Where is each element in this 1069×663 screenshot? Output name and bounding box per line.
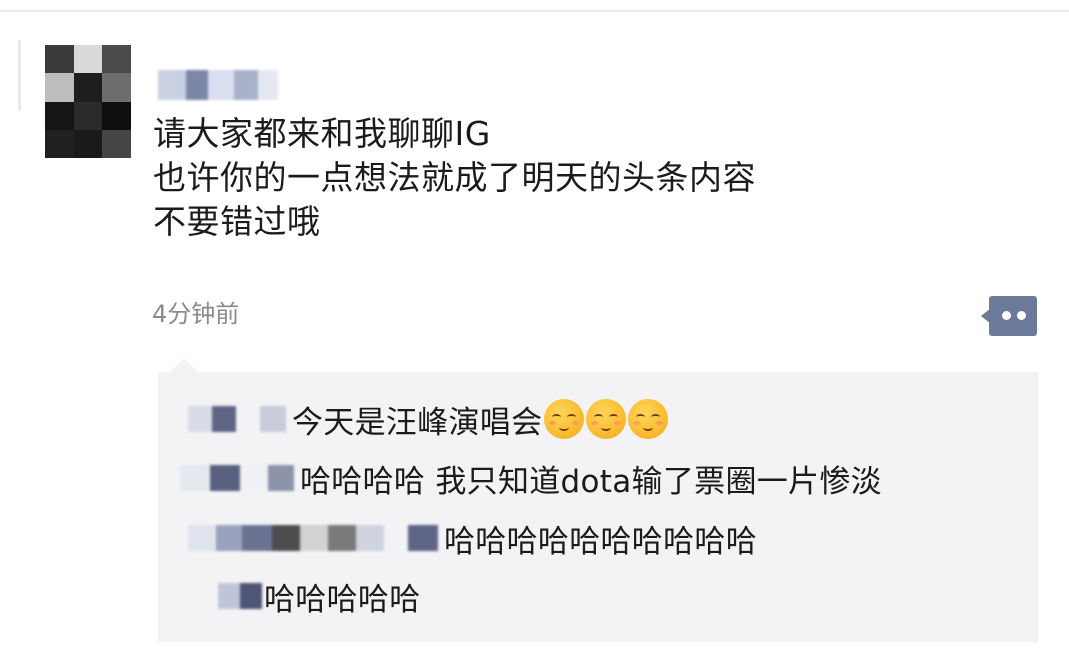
comment-row[interactable]: 哈哈哈哈 我只知道dota输了票圈一片惨淡 xyxy=(158,455,882,501)
avatar[interactable] xyxy=(45,45,131,158)
comment-text: 今天是汪峰演唱会 xyxy=(292,404,543,441)
post-line: 请大家都来和我聊聊IG xyxy=(153,114,491,153)
dot-icon xyxy=(1002,311,1011,320)
comment-text: 哈哈哈哈 我只知道dota输了票圈一片惨淡 xyxy=(300,463,882,500)
commenter-name-blurred[interactable] xyxy=(188,406,286,432)
comments-panel: 今天是汪峰演唱会 哈哈哈哈 我只知道dota输了票圈一片惨淡 哈哈哈哈哈哈哈哈哈… xyxy=(158,372,1038,642)
commenter-name-blurred[interactable] xyxy=(218,583,262,609)
comment-button[interactable] xyxy=(981,296,1037,336)
dot-icon xyxy=(1017,311,1026,320)
commenter-name-blurred[interactable] xyxy=(180,465,294,491)
username-blurred[interactable] xyxy=(158,70,278,100)
comment-row[interactable]: 哈哈哈哈哈哈哈哈哈哈 xyxy=(158,515,757,561)
comment-row[interactable]: 今天是汪峰演唱会 xyxy=(158,396,669,442)
comment-text: 哈哈哈哈哈哈哈哈哈哈 xyxy=(444,523,757,560)
commenter-name-blurred[interactable] xyxy=(188,525,438,551)
comments-caret xyxy=(170,358,198,372)
comment-text: 哈哈哈哈哈 xyxy=(264,581,421,618)
post-timestamp: 4分钟前 xyxy=(152,300,240,328)
smiling-blush-emoji-icon xyxy=(544,399,585,439)
post-text: 请大家都来和我聊聊IG 也许你的一点想法就成了明天的头条内容 不要错过哦 xyxy=(153,112,756,244)
smiling-blush-emoji-icon xyxy=(628,399,669,439)
left-edge-shadow xyxy=(18,40,21,110)
post-line: 不要错过哦 xyxy=(153,202,321,241)
comment-row[interactable]: 哈哈哈哈哈 xyxy=(158,573,421,619)
post-line: 也许你的一点想法就成了明天的头条内容 xyxy=(153,158,756,197)
top-divider xyxy=(0,10,1069,12)
comment-bubble-icon xyxy=(989,296,1037,336)
smiling-blush-emoji-icon xyxy=(586,399,627,439)
